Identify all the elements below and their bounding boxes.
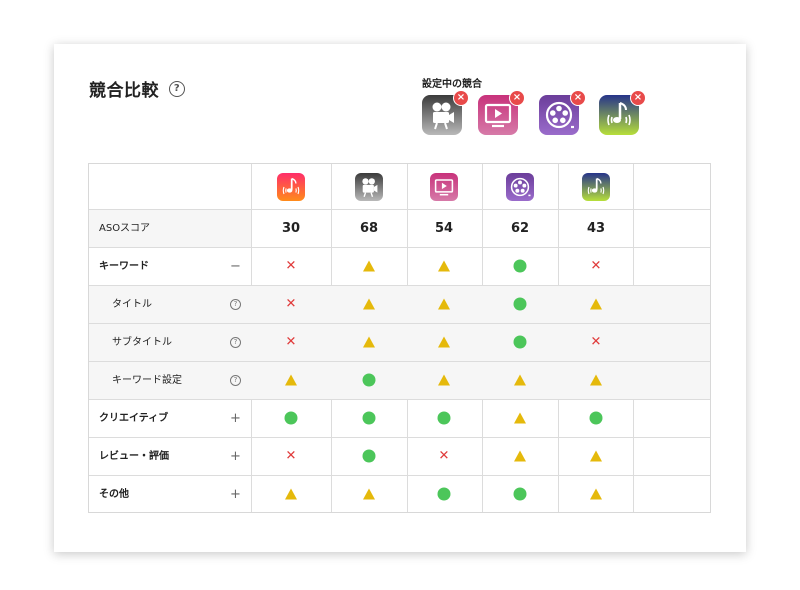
aso-score-value: 30 [281,221,301,236]
warning-triangle-icon [514,450,526,462]
competitor-app-2-tv-play-icon: × [478,90,525,135]
table-row: レビュー・評価 + ✕ ✕ [89,437,710,475]
expand-icon[interactable]: + [230,476,241,513]
warning-triangle-icon [514,374,526,386]
warning-triangle-icon [590,450,602,462]
help-icon[interactable]: ? [230,375,241,386]
competitor-app-1-video-camera-icon: × [422,90,469,135]
table-row: ASOスコア 30 68 54 62 43 [89,209,710,247]
aso-score-value: 62 [510,221,530,236]
criteria-label: その他 [99,489,129,500]
criteria-label: キーワード設定 [112,375,182,386]
warning-triangle-icon [438,260,450,272]
competitor-app-3-film-reel-icon: × [539,90,586,135]
good-circle-icon [437,411,451,425]
remove-competitor-icon[interactable]: × [570,90,586,106]
good-circle-icon [362,411,376,425]
bad-cross-icon: ✕ [438,448,450,464]
warning-triangle-icon [438,374,450,386]
expand-icon[interactable]: + [230,400,241,437]
bad-cross-icon: ✕ [285,448,297,464]
warning-triangle-icon [363,336,375,348]
warning-triangle-icon [363,260,375,272]
criteria-label: タイトル [112,299,152,310]
good-circle-icon [437,487,451,501]
warning-triangle-icon [590,488,602,500]
bad-cross-icon: ✕ [590,334,602,350]
competitors-label: 設定中の競合 [422,79,482,90]
criteria-label: サブタイトル [112,337,172,348]
warning-triangle-icon [438,336,450,348]
bad-cross-icon: ✕ [285,334,297,350]
warning-triangle-icon [285,374,297,386]
criteria-label: キーワード [99,261,149,272]
warning-triangle-icon [363,488,375,500]
aso-score-value: 43 [586,221,606,236]
competitor-app-4-music-note-icon: × [599,90,646,135]
good-circle-icon [362,449,376,463]
column-header-app-1-music-note-icon [277,173,305,201]
good-circle-icon [513,487,527,501]
table-row: キーワード − ✕ ✕ [89,247,710,285]
bad-cross-icon: ✕ [590,258,602,274]
warning-triangle-icon [285,488,297,500]
help-icon[interactable]: ? [230,299,241,310]
column-header-app-4-film-reel-icon [506,173,534,201]
page-title-text: 競合比較 [89,81,159,101]
remove-competitor-icon[interactable]: × [630,90,646,106]
column-header-app-5-music-note-icon [582,173,610,201]
table-row: その他 + [89,475,710,513]
expand-icon[interactable]: + [230,438,241,475]
help-icon[interactable]: ? [230,337,241,348]
criteria-label: レビュー・評価 [99,451,169,462]
aso-score-value: 54 [434,221,454,236]
bad-cross-icon: ✕ [285,296,297,312]
aso-score-label: ASOスコア [89,210,251,247]
good-circle-icon [513,335,527,349]
table-row: クリエイティブ + [89,399,710,437]
warning-triangle-icon [363,298,375,310]
warning-triangle-icon [438,298,450,310]
criteria-label: クリエイティブ [99,413,169,424]
remove-competitor-icon[interactable]: × [509,90,525,106]
comparison-table: ASOスコア 30 68 54 62 43 キーワード − ✕ ✕ タイトル? ✕ サブタイトル? ✕ ✕ キ… [88,163,711,513]
good-circle-icon [362,373,376,387]
collapse-icon[interactable]: − [230,248,241,285]
good-circle-icon [513,259,527,273]
help-icon[interactable]: ? [169,80,185,97]
good-circle-icon [284,411,298,425]
table-row: キーワード設定? [89,361,710,399]
good-circle-icon [513,297,527,311]
page-title: 競合比較 ? [89,76,185,101]
bad-cross-icon: ✕ [285,258,297,274]
table-row: タイトル? ✕ [89,285,710,323]
warning-triangle-icon [514,412,526,424]
warning-triangle-icon [590,298,602,310]
aso-score-value: 68 [359,221,379,236]
table-row: サブタイトル? ✕ ✕ [89,323,710,361]
good-circle-icon [589,411,603,425]
column-header-app-3-tv-play-icon [430,173,458,201]
warning-triangle-icon [590,374,602,386]
competitor-comparison-card: 競合比較 ? 設定中の競合 × × × × ASOスコア 30 68 54 62… [54,44,746,552]
remove-competitor-icon[interactable]: × [453,90,469,106]
column-header-app-2-video-camera-icon [355,173,383,201]
